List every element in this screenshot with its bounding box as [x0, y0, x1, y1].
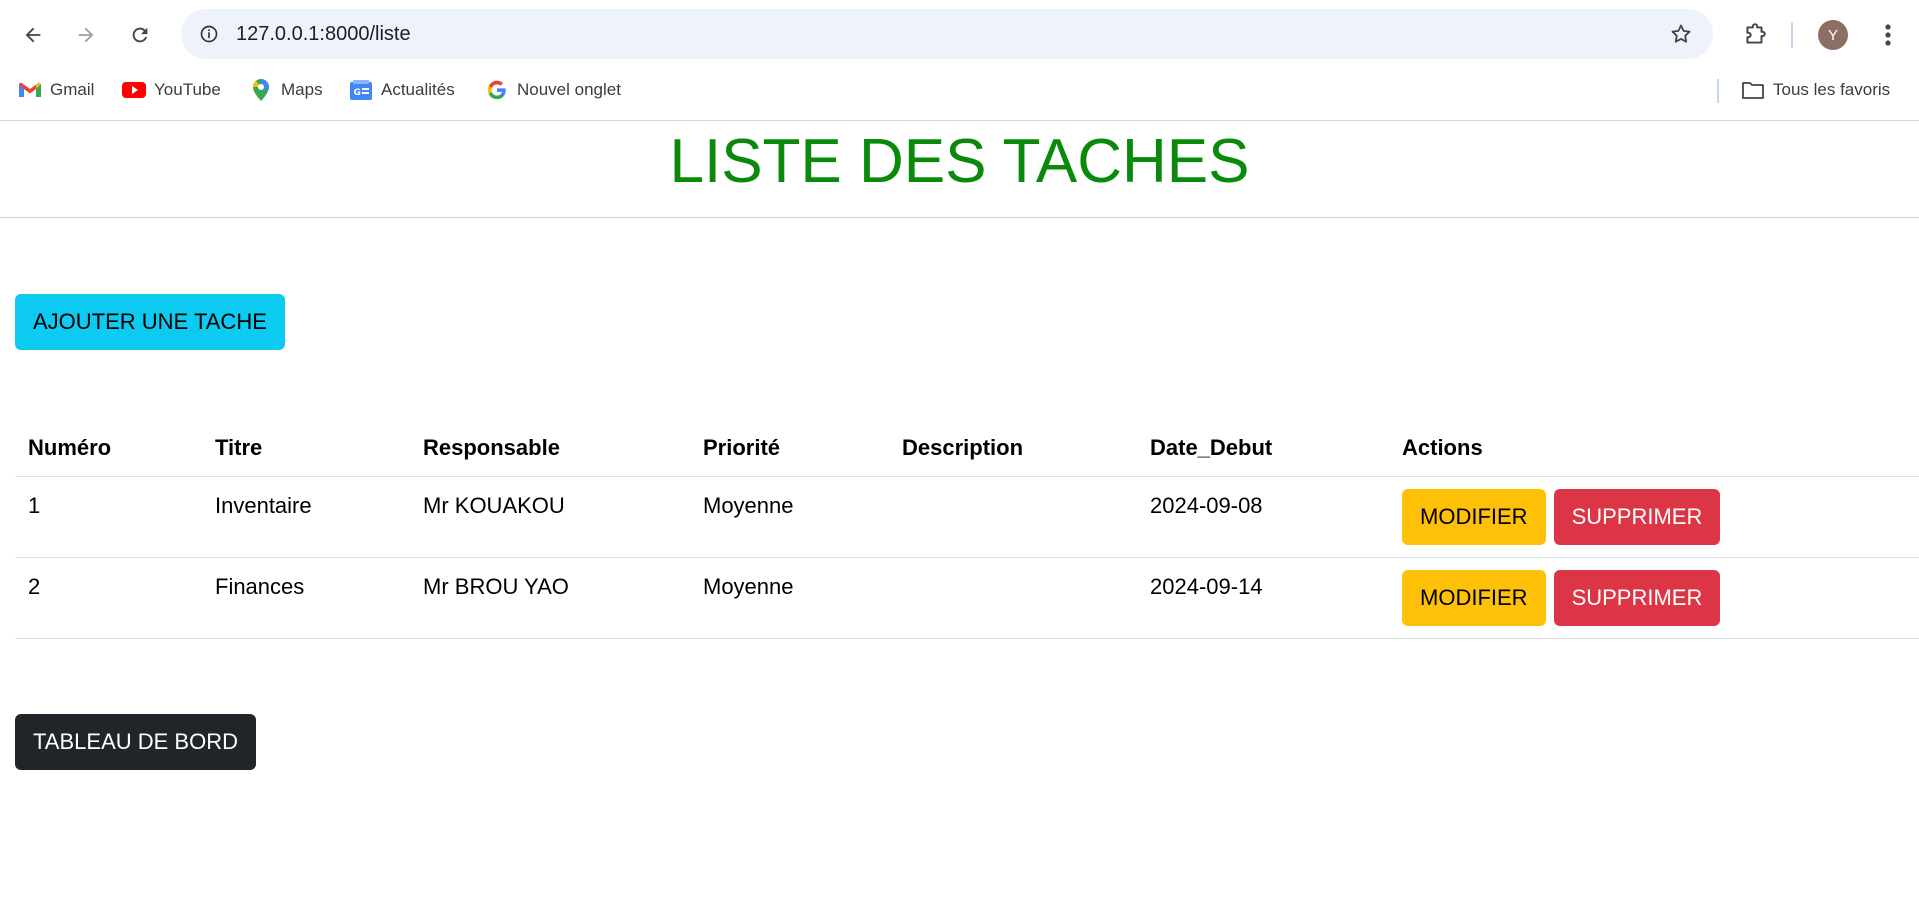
gmail-icon — [18, 79, 42, 101]
cell-text — [902, 558, 1124, 574]
extensions-puzzle-icon[interactable] — [1735, 15, 1775, 55]
cell-text: Mr BROU YAO — [423, 574, 569, 599]
url-text[interactable]: 127.0.0.1:8000/liste — [236, 9, 411, 59]
cell-text: Moyenne — [703, 493, 794, 518]
cell-description — [889, 476, 1137, 558]
bookmark-new-tab[interactable]: Nouvel onglet — [485, 70, 621, 110]
delete-button[interactable]: SUPPRIMER — [1553, 570, 1721, 626]
folder-icon — [1741, 79, 1765, 101]
site-info-icon[interactable] — [191, 16, 227, 52]
title-divider — [0, 217, 1919, 218]
cell-text: 2024-09-08 — [1150, 493, 1263, 518]
cell-text: Finances — [215, 574, 305, 599]
toolbar-divider — [1791, 22, 1793, 48]
cell-numero: 2 — [15, 557, 202, 639]
cell-actions: MODIFIER SUPPRIMER — [1389, 557, 1919, 639]
column-header-titre: Titre — [202, 420, 410, 477]
maps-icon — [249, 79, 273, 101]
dashboard-button[interactable]: TABLEAU DE BORD — [15, 714, 256, 770]
cell-text: 2024-09-14 — [1150, 574, 1263, 599]
column-header-priorite: Priorité — [690, 420, 889, 477]
youtube-icon — [122, 79, 146, 101]
bookmark-maps[interactable]: Maps — [249, 70, 323, 110]
forward-button[interactable] — [66, 15, 106, 55]
modify-button[interactable]: MODIFIER — [1402, 570, 1546, 626]
cell-text — [902, 477, 1124, 493]
page-title: LISTE DES TACHES — [669, 127, 1250, 196]
modify-button[interactable]: MODIFIER — [1402, 489, 1546, 545]
forward-arrow-icon — [78, 27, 94, 43]
cell-actions: MODIFIER SUPPRIMER — [1389, 476, 1919, 558]
bookmark-label: Gmail — [50, 80, 95, 99]
all-bookmarks-folder[interactable]: Tous les favoris — [1741, 70, 1890, 110]
table-row: 1 Inventaire Mr KOUAKOU Moyenne 2024-09-… — [15, 476, 1919, 558]
bookmark-label: Nouvel onglet — [517, 80, 621, 99]
row-actions: MODIFIER SUPPRIMER — [1402, 558, 1906, 626]
cell-text: 1 — [28, 493, 41, 518]
cell-numero: 1 — [15, 476, 202, 558]
row-actions: MODIFIER SUPPRIMER — [1402, 477, 1906, 545]
column-header-actions: Actions — [1389, 420, 1919, 477]
column-header-numero: Numéro — [15, 420, 202, 477]
column-header-description: Description — [889, 420, 1137, 477]
add-task-button[interactable]: AJOUTER UNE TACHE — [15, 294, 285, 350]
tasks-table: Numéro Titre Responsable Priorité Descri… — [15, 420, 1919, 639]
cell-date-debut: 2024-09-14 — [1137, 557, 1389, 639]
bookmark-label: Maps — [281, 80, 323, 99]
delete-button[interactable]: SUPPRIMER — [1553, 489, 1721, 545]
bookmark-youtube[interactable]: YouTube — [122, 70, 221, 110]
browser-toolbar: 127.0.0.1:8000/liste Y — [0, 0, 1919, 70]
news-icon: G — [349, 79, 373, 101]
cell-responsable: Mr KOUAKOU — [410, 476, 690, 558]
bookmark-star-icon[interactable] — [1663, 16, 1699, 52]
cell-priorite: Moyenne — [690, 476, 889, 558]
column-header-responsable: Responsable — [410, 420, 690, 477]
bookmark-gmail[interactable]: Gmail — [18, 70, 94, 110]
bookmark-news[interactable]: G Actualités — [349, 70, 455, 110]
cell-text: Moyenne — [703, 574, 794, 599]
cell-text: Mr KOUAKOU — [423, 493, 565, 518]
cell-text: 2 — [28, 574, 41, 599]
profile-avatar[interactable]: Y — [1818, 20, 1848, 50]
cell-text: Inventaire — [215, 493, 312, 518]
bookmarks-bar: Gmail YouTube Maps G Actualités Nouvel o… — [0, 70, 1919, 121]
cell-titre: Inventaire — [202, 476, 410, 558]
back-button[interactable] — [13, 15, 53, 55]
reload-icon — [132, 27, 148, 43]
svg-text:G: G — [354, 88, 361, 98]
bookmark-label: Actualités — [381, 80, 455, 99]
column-header-date-debut: Date_Debut — [1137, 420, 1389, 477]
cell-description — [889, 557, 1137, 639]
google-icon — [485, 79, 509, 101]
back-arrow-icon — [25, 27, 41, 43]
address-bar[interactable]: 127.0.0.1:8000/liste — [181, 9, 1713, 59]
cell-responsable: Mr BROU YAO — [410, 557, 690, 639]
reload-button[interactable] — [120, 15, 160, 55]
table-header-row: Numéro Titre Responsable Priorité Descri… — [15, 420, 1919, 477]
cell-titre: Finances — [202, 557, 410, 639]
table-row: 2 Finances Mr BROU YAO Moyenne 2024-09-1… — [15, 557, 1919, 639]
more-menu-icon[interactable] — [1870, 15, 1906, 55]
cell-priorite: Moyenne — [690, 557, 889, 639]
cell-date-debut: 2024-09-08 — [1137, 476, 1389, 558]
all-bookmarks-label: Tous les favoris — [1773, 80, 1891, 99]
bookmarks-divider — [1717, 79, 1719, 103]
bookmark-label: YouTube — [154, 80, 221, 99]
